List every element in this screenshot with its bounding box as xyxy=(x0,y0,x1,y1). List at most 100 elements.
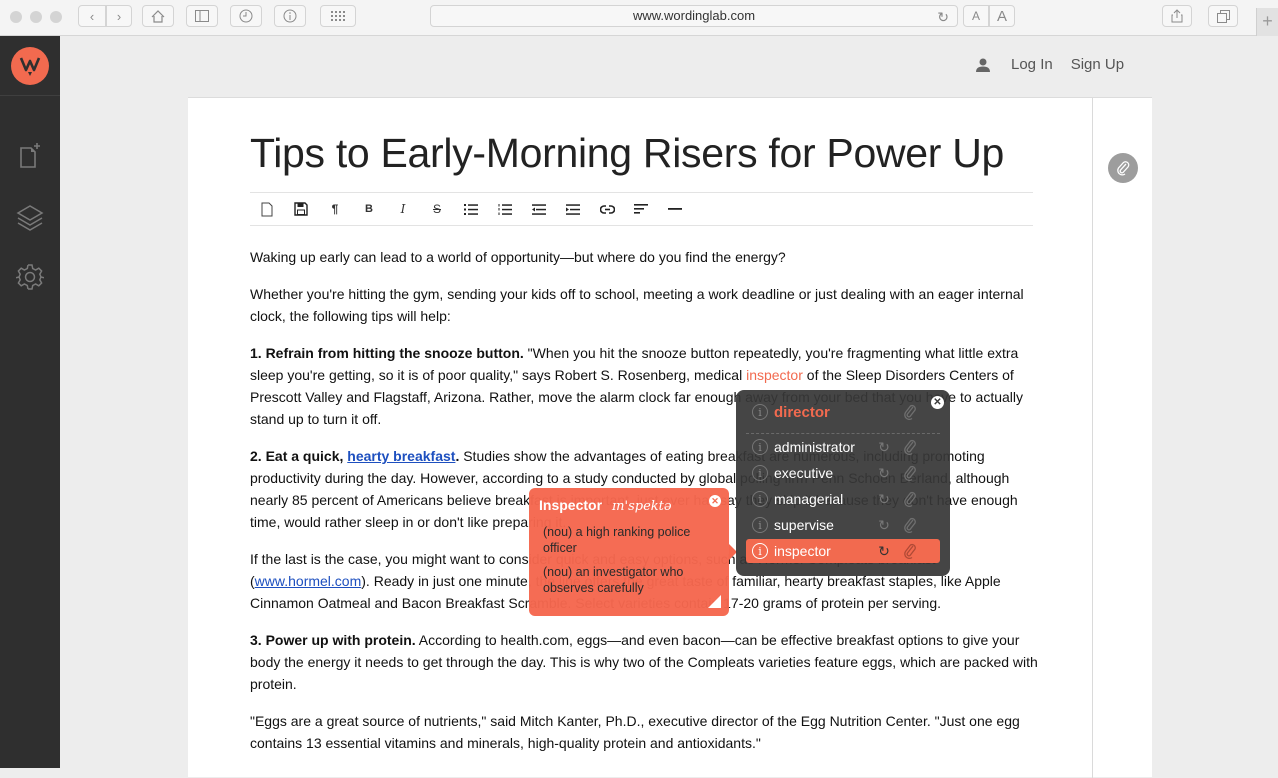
login-link[interactable]: Log In xyxy=(1011,56,1053,73)
layers-icon xyxy=(16,205,44,231)
window-minimize-button[interactable] xyxy=(30,11,42,23)
chevron-left-icon: ‹ xyxy=(89,8,95,24)
paperclip-icon[interactable] xyxy=(900,543,920,559)
horizontal-rule-icon xyxy=(668,208,682,210)
history-button[interactable] xyxy=(230,5,262,27)
top-sites-button[interactable] xyxy=(320,5,356,27)
share-button[interactable] xyxy=(1162,5,1192,27)
user-icon xyxy=(976,58,990,72)
address-bar[interactable]: www.wordinglab.com ↻ xyxy=(430,5,958,27)
outdent-button[interactable] xyxy=(522,194,556,224)
paperclip-icon xyxy=(1117,161,1130,176)
divider xyxy=(746,433,940,434)
synonym-original[interactable]: i director xyxy=(746,400,940,424)
replace-icon[interactable]: ↻ xyxy=(874,491,894,508)
italic-button[interactable]: I xyxy=(386,194,420,224)
window-close-button[interactable] xyxy=(10,11,22,23)
replace-icon[interactable]: ↻ xyxy=(874,439,894,456)
paperclip-icon[interactable] xyxy=(900,517,920,533)
font-large-label: A xyxy=(996,7,1007,25)
close-definition-button[interactable]: ✕ xyxy=(709,495,721,507)
info-button[interactable] xyxy=(274,5,306,27)
bold-icon: B xyxy=(365,203,373,215)
tabs-overview-button[interactable] xyxy=(1208,5,1238,27)
sidebar-toggle-button[interactable] xyxy=(186,5,218,27)
editor-divider xyxy=(1092,98,1093,778)
synonym-option[interactable]: i managerial ↻ xyxy=(746,487,940,511)
grid-icon xyxy=(331,11,345,21)
numbered-list-button[interactable] xyxy=(488,194,522,224)
original-word: director xyxy=(774,403,830,421)
paperclip-icon[interactable] xyxy=(900,465,920,481)
save-button[interactable] xyxy=(284,194,318,224)
info-icon[interactable]: i xyxy=(752,491,768,507)
paragraph: Waking up early can lead to a world of o… xyxy=(250,249,786,265)
replace-icon[interactable]: ↻ xyxy=(874,465,894,482)
bold-button[interactable]: B xyxy=(352,194,386,224)
paragraph: Whether you're hitting the gym, sending … xyxy=(250,286,1024,324)
formatting-toolbar: ¶ B I S xyxy=(250,192,1033,226)
sidebar-item-layers[interactable] xyxy=(15,202,45,232)
definition-item: (nou) a high ranking police officer xyxy=(543,525,691,555)
info-icon[interactable]: i xyxy=(752,439,768,455)
indent-button[interactable] xyxy=(556,194,590,224)
link-icon xyxy=(599,204,615,214)
tip-heading: 3. Power up with protein. xyxy=(250,632,416,648)
synonym-option[interactable]: i executive ↻ xyxy=(746,461,940,485)
bulleted-list-button[interactable] xyxy=(454,194,488,224)
gear-icon xyxy=(16,264,44,290)
info-icon[interactable]: i xyxy=(752,543,768,559)
close-icon: ✕ xyxy=(711,495,719,506)
reload-icon[interactable]: ↻ xyxy=(937,7,949,27)
back-button[interactable]: ‹ xyxy=(78,5,106,27)
synonym-option-selected[interactable]: i inspector ↻ xyxy=(746,539,940,563)
sidebar-item-settings[interactable] xyxy=(15,262,45,292)
forward-button[interactable]: › xyxy=(106,5,132,27)
info-icon[interactable]: i xyxy=(752,465,768,481)
paragraph-button[interactable]: ¶ xyxy=(318,194,352,224)
home-button[interactable] xyxy=(142,5,174,27)
new-tab-button[interactable]: + xyxy=(1256,8,1278,36)
logo-w-icon xyxy=(19,57,41,76)
hormel-link[interactable]: www.hormel.com xyxy=(255,573,362,589)
highlighted-word[interactable]: inspector xyxy=(746,367,803,383)
floppy-icon xyxy=(294,202,308,216)
attachment-button[interactable] xyxy=(1108,153,1138,183)
share-icon xyxy=(1171,9,1183,23)
new-document-icon xyxy=(20,143,40,168)
definition-word: Inspector xyxy=(539,497,603,513)
document-title[interactable]: Tips to Early-Morning Risers for Power U… xyxy=(250,130,1004,177)
synonym-option[interactable]: i supervise ↻ xyxy=(746,513,940,537)
window-zoom-button[interactable] xyxy=(50,11,62,23)
tip-heading: 2. Eat a quick, xyxy=(250,448,348,464)
align-left-button[interactable] xyxy=(624,194,658,224)
numbered-list-icon xyxy=(498,203,512,215)
paperclip-icon[interactable] xyxy=(900,404,920,420)
wordinglab-logo[interactable] xyxy=(11,46,49,85)
horizontal-rule-button[interactable] xyxy=(658,194,692,224)
replace-icon[interactable]: ↻ xyxy=(874,517,894,534)
document-icon xyxy=(261,202,273,216)
info-icon[interactable]: i xyxy=(752,517,768,533)
signup-link[interactable]: Sign Up xyxy=(1071,56,1124,73)
font-larger-button[interactable]: A xyxy=(989,5,1015,27)
new-button[interactable] xyxy=(250,194,284,224)
sidebar-item-new-document[interactable] xyxy=(15,140,45,170)
replace-icon[interactable]: ↻ xyxy=(874,543,894,560)
tip-heading: 1. Refrain from hitting the snooze butto… xyxy=(250,345,524,361)
resize-handle[interactable] xyxy=(708,595,721,608)
synonym-option[interactable]: i administrator ↻ xyxy=(746,435,940,459)
strikethrough-button[interactable]: S xyxy=(420,194,454,224)
synonym-popup: ✕ i director i administrator ↻ i executi… xyxy=(736,390,950,576)
paperclip-icon[interactable] xyxy=(900,491,920,507)
outdent-icon xyxy=(532,203,546,215)
hearty-breakfast-link[interactable]: hearty breakfast xyxy=(347,448,455,464)
bulleted-list-icon xyxy=(464,203,478,215)
font-smaller-button[interactable]: A xyxy=(963,5,989,27)
link-button[interactable] xyxy=(590,194,624,224)
paragraph: "Eggs are a great source of nutrients," … xyxy=(250,713,1020,751)
info-icon[interactable]: i xyxy=(752,404,768,420)
paperclip-icon[interactable] xyxy=(900,439,920,455)
align-left-icon xyxy=(634,204,648,214)
browser-toolbar: ‹ › www.wordinglab.com ↻ A A + xyxy=(0,0,1278,36)
